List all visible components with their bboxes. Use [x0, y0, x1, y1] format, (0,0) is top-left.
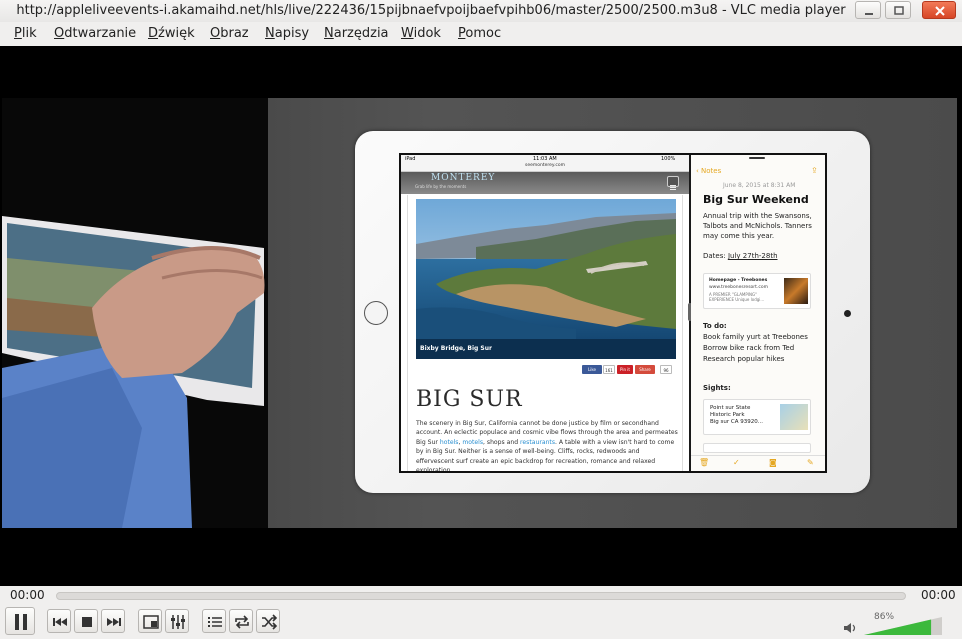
- status-time: 11:03 AM: [533, 156, 557, 162]
- stop-button[interactable]: [74, 609, 98, 633]
- previous-icon: [53, 618, 67, 626]
- notes-pane: ‹ Notes ⇪ June 8, 2015 at 8:31 AM Big Su…: [691, 155, 825, 471]
- extended-settings-icon: [171, 615, 185, 629]
- like-count: 161: [603, 365, 615, 374]
- pause-icon: [15, 614, 27, 630]
- treebones-link-card[interactable]: Homepage - Treebones www.treebonesresort…: [703, 273, 811, 309]
- menu-file[interactable]: Plik: [14, 26, 37, 41]
- close-icon: [935, 6, 945, 16]
- presenter-inset-video: [2, 98, 268, 528]
- shuffle-button[interactable]: [256, 609, 280, 633]
- mute-button[interactable]: [842, 620, 858, 639]
- treebones-thumbnail: [784, 278, 808, 304]
- ipad-device: iPad 11:03 AM 100% seemonterey.com MONTE…: [355, 131, 870, 493]
- notes-back-button[interactable]: ‹ Notes: [696, 167, 721, 175]
- compose-icon[interactable]: ✎: [807, 458, 814, 467]
- video-area[interactable]: iPad 11:03 AM 100% seemonterey.com MONTE…: [0, 46, 962, 586]
- time-elapsed: 00:00: [10, 588, 45, 602]
- pin-it-button[interactable]: Pin it: [617, 365, 633, 374]
- site-menu-icon: [667, 176, 679, 190]
- todo-item: Borrow bike rack from Ted: [703, 344, 795, 352]
- extended-settings-button[interactable]: [165, 609, 189, 633]
- close-button[interactable]: [922, 1, 956, 19]
- photo-caption: Bixby Bridge, Big Sur: [420, 345, 492, 352]
- fullscreen-button[interactable]: [138, 609, 162, 633]
- facebook-like-button[interactable]: Like: [582, 365, 602, 374]
- loop-button[interactable]: [229, 609, 253, 633]
- maximize-icon: [894, 6, 904, 15]
- ipad-camera: [844, 310, 851, 317]
- fullscreen-icon: [143, 615, 159, 629]
- status-carrier: iPad: [405, 156, 416, 162]
- ipad-status-bar: iPad 11:03 AM 100%: [401, 155, 689, 163]
- note-dates: Dates: July 27th-28th: [703, 252, 778, 260]
- map-card[interactable]: Point sur State Historic Park Big sur CA…: [703, 399, 811, 435]
- share-icon[interactable]: ⇪: [811, 166, 818, 175]
- trash-icon[interactable]: 🗑: [699, 458, 709, 467]
- article-content: Bixby Bridge, Big Sur Like 161 Pin it Sh…: [407, 195, 683, 471]
- link-motels[interactable]: motels: [462, 439, 483, 446]
- ipad-screen: iPad 11:03 AM 100% seemonterey.com MONTE…: [399, 153, 827, 473]
- minimize-button[interactable]: [855, 1, 881, 19]
- stop-icon: [82, 617, 92, 627]
- site-header: MONTEREY Grab life by the moments: [401, 172, 689, 194]
- menu-audio[interactable]: Dźwięk: [148, 26, 195, 41]
- site-tagline: Grab life by the moments: [415, 184, 467, 189]
- safari-pane: iPad 11:03 AM 100% seemonterey.com MONTE…: [401, 155, 689, 471]
- share-button[interactable]: Share: [635, 365, 655, 374]
- camera-icon[interactable]: ◙: [769, 458, 777, 467]
- previous-button[interactable]: [47, 609, 71, 633]
- title-bar[interactable]: http://appleliveevents-i.akamaihd.net/hl…: [0, 0, 962, 22]
- time-total: 00:00: [921, 588, 956, 602]
- ipad-home-button: [364, 301, 388, 325]
- menu-subtitles[interactable]: Napisy: [265, 26, 309, 41]
- link-restaurants[interactable]: restaurants: [520, 439, 555, 446]
- speaker-icon: [844, 623, 856, 633]
- playlist-icon: [208, 617, 222, 627]
- todo-item: Research popular hikes: [703, 355, 785, 363]
- status-battery: 100%: [661, 156, 676, 162]
- menu-view[interactable]: Widok: [401, 26, 441, 41]
- note-date: June 8, 2015 at 8:31 AM: [723, 182, 796, 189]
- seek-slider[interactable]: [56, 592, 906, 600]
- note-intro: Annual trip with the Swansons, Talbots a…: [703, 212, 812, 240]
- presenter-hand-image: [2, 98, 268, 528]
- bixby-bridge-photo: Bixby Bridge, Big Sur: [416, 199, 676, 359]
- next-button[interactable]: [101, 609, 125, 633]
- volume-slider[interactable]: [864, 617, 942, 635]
- next-icon: [107, 618, 121, 626]
- menu-bar: Plik Odtwarzanie Dźwięk Obraz Napisy Nar…: [0, 22, 962, 46]
- map-thumbnail: [780, 404, 808, 430]
- maximize-button[interactable]: [885, 1, 911, 19]
- article-title: BIG SUR: [416, 387, 523, 412]
- share-count: 96: [660, 365, 672, 374]
- menu-tools[interactable]: Narzędzia: [324, 26, 389, 41]
- menu-help[interactable]: Pomoc: [458, 26, 501, 41]
- window-title: http://appleliveevents-i.akamaihd.net/hl…: [16, 3, 846, 18]
- shuffle-icon: [262, 614, 278, 630]
- minimize-icon: [865, 13, 873, 15]
- menu-playback[interactable]: Odtwarzanie: [54, 26, 136, 41]
- controls-panel: 00:00 00:00 86%: [0, 586, 962, 639]
- loop-icon: [235, 615, 249, 629]
- site-name: MONTEREY: [431, 173, 496, 183]
- second-map-card[interactable]: [703, 443, 811, 453]
- notes-toolbar: 🗑 ✓ ◙ ✎: [691, 455, 825, 471]
- sights-label: Sights:: [703, 384, 731, 392]
- notes-grabber: [749, 157, 765, 159]
- note-title: Big Sur Weekend: [703, 193, 809, 206]
- link-hotels[interactable]: hotels: [440, 439, 459, 446]
- todo-item: Book family yurt at Treebones: [703, 333, 808, 341]
- checklist-icon[interactable]: ✓: [733, 458, 740, 467]
- menu-video[interactable]: Obraz: [210, 26, 249, 41]
- pause-button[interactable]: [5, 607, 35, 635]
- playlist-button[interactable]: [202, 609, 226, 633]
- vlc-window: http://appleliveevents-i.akamaihd.net/hl…: [0, 0, 962, 639]
- article-body: The scenery in Big Sur, California canno…: [416, 420, 678, 473]
- todo-label: To do:: [703, 322, 727, 330]
- safari-url: seemonterey.com: [401, 163, 689, 172]
